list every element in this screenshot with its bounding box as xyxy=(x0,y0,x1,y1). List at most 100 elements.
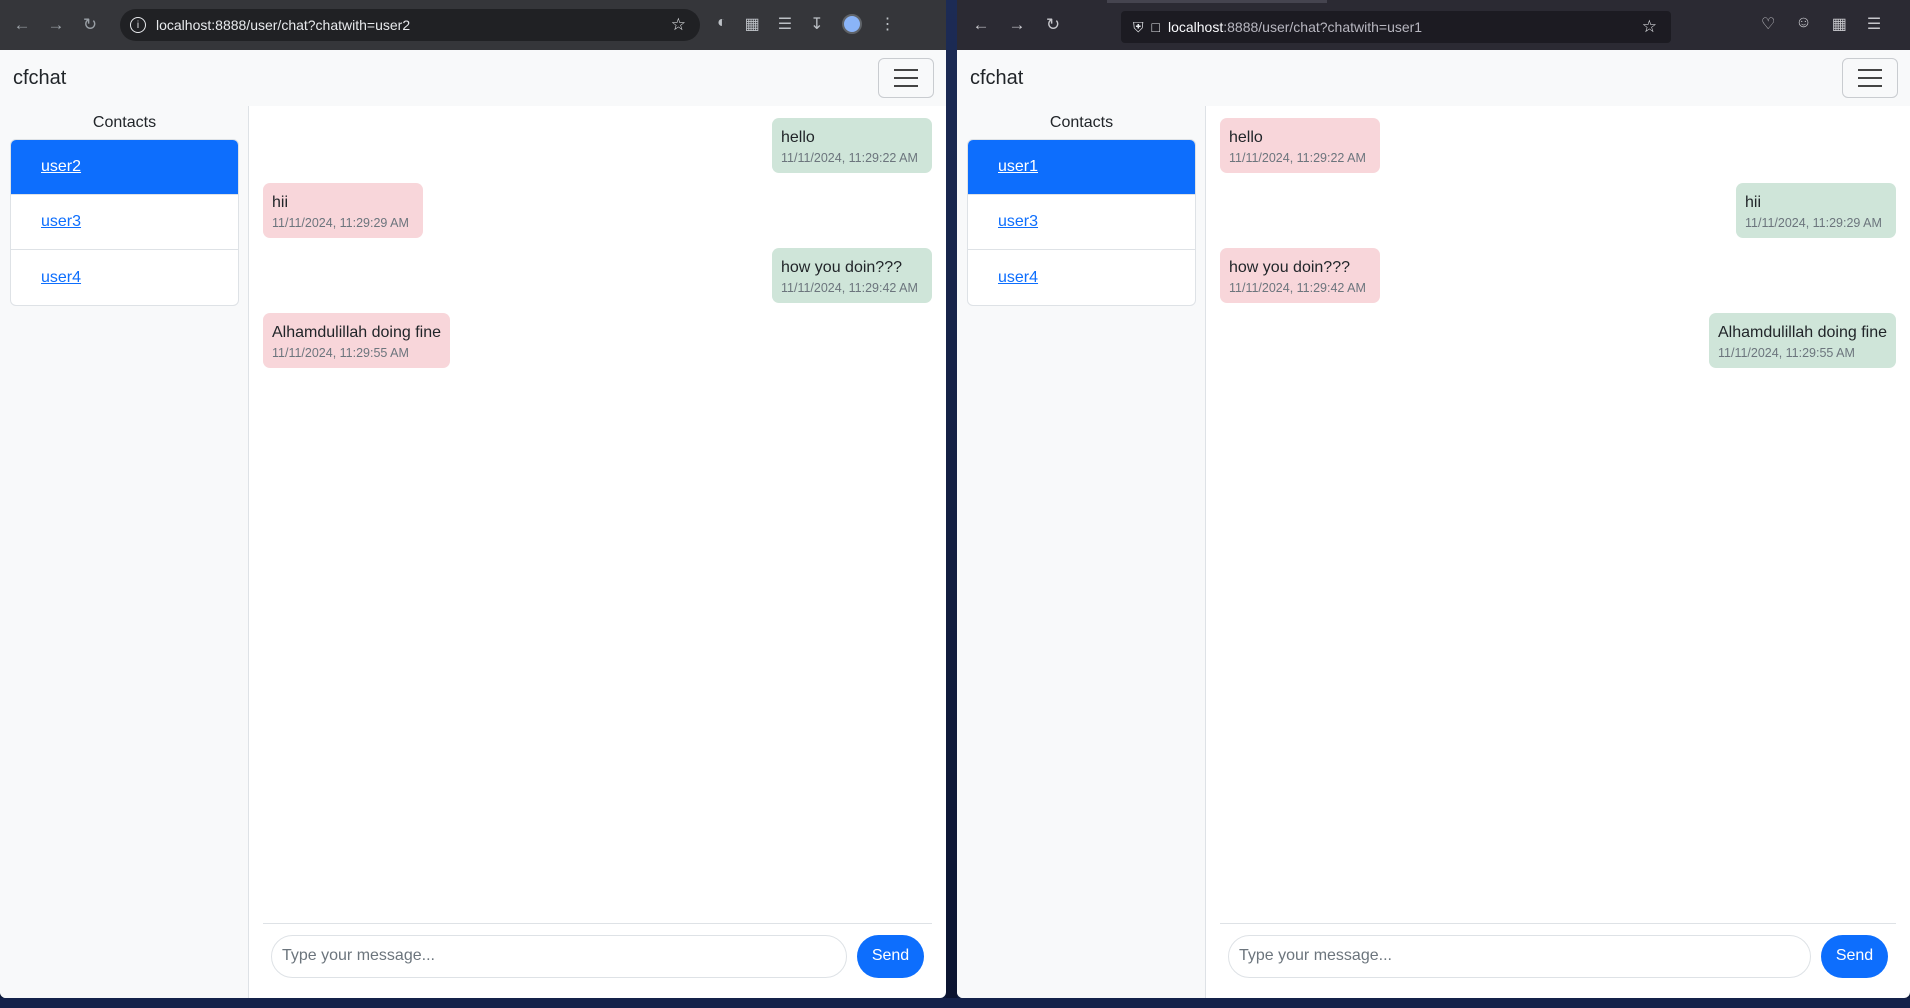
address-bar[interactable]: i localhost:8888/user/chat?chatwith=user… xyxy=(120,9,700,41)
brand-logo[interactable]: cfchat xyxy=(13,67,66,90)
browser-window-left: ← → ↻ i localhost:8888/user/chat?chatwit… xyxy=(0,0,946,998)
message-row: how you doin??? 11/11/2024, 11:29:42 AM xyxy=(263,248,932,303)
message-bubble-sent: Alhamdulillah doing fine 11/11/2024, 11:… xyxy=(1709,313,1896,368)
message-text: how you doin??? xyxy=(1229,259,1350,276)
message-text: how you doin??? xyxy=(781,259,902,276)
message-bubble-sent: hii 11/11/2024, 11:29:29 AM xyxy=(1736,183,1896,238)
bookmark-star-icon[interactable]: ☆ xyxy=(1642,17,1657,37)
contact-link[interactable]: user2 xyxy=(41,158,81,176)
contacts-title: Contacts xyxy=(92,114,157,131)
contact-link[interactable]: user1 xyxy=(998,158,1038,176)
contacts-sidebar: Contacts user1 user3 user4 xyxy=(957,106,1206,998)
url-host: localhost xyxy=(156,17,212,33)
extension-toolbar: ◐ ▦ ☰ ↧ ⋮ xyxy=(717,14,896,34)
contacts-list: user1 user3 user4 xyxy=(967,139,1196,306)
message-row: hello 11/11/2024, 11:29:22 AM xyxy=(1220,118,1896,173)
send-button[interactable]: Send xyxy=(1821,934,1888,978)
bookmark-star-icon[interactable]: ☆ xyxy=(671,15,686,35)
message-timestamp: 11/11/2024, 11:29:42 AM xyxy=(1229,281,1366,295)
contact-link[interactable]: user4 xyxy=(41,269,81,287)
contact-link[interactable]: user4 xyxy=(998,269,1038,287)
account-icon[interactable]: ☺ xyxy=(1795,14,1811,34)
message-list: hello 11/11/2024, 11:29:22 AM hii 11/11/… xyxy=(1220,106,1896,923)
message-text: hii xyxy=(1745,194,1762,211)
message-composer: Send xyxy=(263,923,932,998)
message-text: hello xyxy=(781,129,815,146)
message-row: how you doin??? 11/11/2024, 11:29:42 AM xyxy=(1220,248,1896,303)
tab-strip-edge xyxy=(1107,0,1327,3)
extension-toolbar: ♡ ☺ ▦ ☰ xyxy=(1761,14,1881,34)
message-timestamp: 11/11/2024, 11:29:55 AM xyxy=(272,346,409,360)
extensions-icon[interactable]: ▦ xyxy=(1832,14,1847,34)
contacts-title: Contacts xyxy=(1049,114,1114,131)
puzzle-icon[interactable]: ▦ xyxy=(745,14,760,34)
hamburger-menu-button[interactable] xyxy=(878,58,934,98)
media-icon[interactable]: ☰ xyxy=(778,14,792,34)
download-icon[interactable]: ↧ xyxy=(810,14,823,34)
hamburger-menu-button[interactable] xyxy=(1842,58,1898,98)
message-row: hii 11/11/2024, 11:29:29 AM xyxy=(263,183,932,238)
contact-item-user3[interactable]: user3 xyxy=(11,195,238,250)
message-timestamp: 11/11/2024, 11:29:22 AM xyxy=(781,151,918,165)
app-navbar: cfchat xyxy=(957,50,1910,106)
hamburger-icon-line xyxy=(894,85,918,87)
desktop-background-bottom xyxy=(0,998,1910,1008)
back-icon[interactable]: ← xyxy=(969,13,993,37)
url-path: :8888/user/chat?chatwith=user1 xyxy=(1223,19,1423,35)
send-button[interactable]: Send xyxy=(857,934,924,978)
hamburger-icon xyxy=(894,69,918,71)
pocket-icon[interactable]: ♡ xyxy=(1761,14,1775,34)
forward-icon[interactable]: → xyxy=(44,13,68,37)
contact-item-user3[interactable]: user3 xyxy=(968,195,1195,250)
contacts-list: user2 user3 user4 xyxy=(10,139,239,306)
contact-item-user4[interactable]: user4 xyxy=(11,250,238,305)
message-timestamp: 11/11/2024, 11:29:29 AM xyxy=(1745,216,1882,230)
message-text: Alhamdulillah doing fine xyxy=(272,324,441,341)
contact-link[interactable]: user3 xyxy=(998,213,1038,231)
url-host: localhost xyxy=(1167,19,1224,35)
chat-panel: hello 11/11/2024, 11:29:22 AM hii 11/11/… xyxy=(1206,106,1910,998)
message-timestamp: 11/11/2024, 11:29:29 AM xyxy=(272,216,409,230)
hamburger-icon xyxy=(1858,69,1882,71)
contact-item-user1[interactable]: user1 xyxy=(968,140,1195,195)
message-bubble-sent: how you doin??? 11/11/2024, 11:29:42 AM xyxy=(772,248,932,303)
menu-hamburger-icon[interactable]: ☰ xyxy=(1867,14,1881,34)
message-row: Alhamdulillah doing fine 11/11/2024, 11:… xyxy=(263,313,932,368)
contacts-sidebar: Contacts user2 user3 user4 xyxy=(0,106,249,998)
site-info-icon[interactable]: i xyxy=(130,17,146,33)
message-list: hello 11/11/2024, 11:29:22 AM hii 11/11/… xyxy=(263,106,932,923)
extension-icon[interactable]: ◐ xyxy=(717,14,727,34)
url-path: :8888/user/chat?chatwith=user2 xyxy=(211,17,411,33)
desktop-background xyxy=(946,0,957,1008)
message-input[interactable] xyxy=(271,934,847,978)
contact-item-user2[interactable]: user2 xyxy=(11,140,238,195)
message-timestamp: 11/11/2024, 11:29:55 AM xyxy=(1718,346,1855,360)
app-body: Contacts user2 user3 user4 hello 11/11/2 xyxy=(0,106,946,998)
contact-link[interactable]: user3 xyxy=(41,213,81,231)
back-icon[interactable]: ← xyxy=(10,13,34,37)
app-navbar: cfchat xyxy=(0,50,946,106)
message-bubble-received: hello 11/11/2024, 11:29:22 AM xyxy=(1220,118,1380,173)
browser-window-right: ← → ↻ ⛨ □ localhost:8888/user/chat?chatw… xyxy=(957,0,1910,998)
message-text: Alhamdulillah doing fine xyxy=(1718,324,1887,341)
reload-icon[interactable]: ↻ xyxy=(1041,13,1065,37)
menu-kebab-icon[interactable]: ⋮ xyxy=(880,14,896,34)
message-input[interactable] xyxy=(1228,934,1811,978)
brand-logo[interactable]: cfchat xyxy=(970,67,1023,90)
message-row: hello 11/11/2024, 11:29:22 AM xyxy=(263,118,932,173)
browser-toolbar: ← → ↻ ⛨ □ localhost:8888/user/chat?chatw… xyxy=(957,0,1910,50)
profile-avatar[interactable] xyxy=(841,14,862,34)
message-composer: Send xyxy=(1220,923,1896,998)
shield-icon[interactable]: ⛨ xyxy=(1133,19,1144,36)
message-row: Alhamdulillah doing fine 11/11/2024, 11:… xyxy=(1220,313,1896,368)
message-bubble-received: hii 11/11/2024, 11:29:29 AM xyxy=(263,183,423,238)
address-bar[interactable]: ⛨ □ localhost:8888/user/chat?chatwith=us… xyxy=(1121,11,1671,43)
message-text: hello xyxy=(1229,129,1263,146)
page-icon: □ xyxy=(1151,19,1160,35)
message-timestamp: 11/11/2024, 11:29:22 AM xyxy=(1229,151,1366,165)
reload-icon[interactable]: ↻ xyxy=(78,13,102,37)
contact-item-user4[interactable]: user4 xyxy=(968,250,1195,305)
hamburger-icon-line xyxy=(1858,77,1882,79)
message-bubble-received: Alhamdulillah doing fine 11/11/2024, 11:… xyxy=(263,313,450,368)
forward-icon[interactable]: → xyxy=(1005,13,1029,37)
